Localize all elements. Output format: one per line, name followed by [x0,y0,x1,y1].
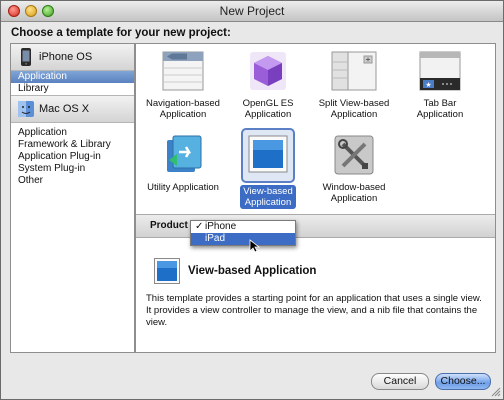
category-header-mac-os-x[interactable]: Mac OS X [11,95,134,123]
template-label: Split View-based Application [318,98,390,120]
template-tab-bar[interactable]: ★ Tab Bar Application [400,50,480,120]
detail-title: View-based Application [188,265,317,277]
category-label: Mac OS X [39,103,90,115]
template-window-based[interactable]: Window-based Application [314,134,394,204]
sidebar-item-iphone-application[interactable]: Application [11,71,134,83]
mac-os-x-icon [18,101,34,117]
sidebar-item-system-plugin[interactable]: System Plug-in [11,163,134,175]
sidebar-item-application-plugin[interactable]: Application Plug-in [11,151,134,163]
detail-description: This template provides a starting point … [146,293,482,328]
category-label: iPhone OS [39,51,93,63]
sidebar-item-other[interactable]: Other [11,175,134,187]
option-label: iPhone [205,221,237,232]
window-title: New Project [219,4,285,18]
sidebar-item-framework-library[interactable]: Framework & Library [11,139,134,151]
template-utility[interactable]: Utility Application [143,134,223,193]
template-navigation-based[interactable]: Navigation-based Application [143,50,223,120]
template-view-based[interactable]: View-based Application [228,128,308,209]
template-label: Utility Application [147,182,219,193]
template-opengl-es[interactable]: OpenGL ES Application [228,50,308,120]
option-label: iPad [205,233,226,244]
template-label: Navigation-based Application [146,98,220,120]
template-label: Tab Bar Application [416,98,464,120]
new-project-window: New Project Choose a template for your n… [0,0,504,400]
window-tools-icon [334,135,374,175]
product-option-iphone[interactable]: ✓ iPhone [191,221,295,233]
template-label: Window-based Application [322,182,386,204]
product-option-ipad[interactable]: iPad [191,233,295,245]
choose-button[interactable]: Choose... [435,373,491,390]
utility-app-icon [167,135,202,172]
checkmark-icon: ✓ [195,221,204,232]
template-label: OpenGL ES Application [242,98,294,120]
template-panel: Navigation-based Application OpenGL ES A… [135,43,496,353]
category-sidebar: iPhone OS Application Library Mac OS X A… [10,43,135,353]
sidebar-item-iphone-library[interactable]: Library [11,83,134,95]
cancel-button[interactable]: Cancel [371,373,429,390]
split-view-icon [331,51,377,91]
view-based-detail-icon [154,258,180,284]
template-label: View-based Application [240,185,296,209]
opengl-cube-icon [250,52,286,90]
template-selection-frame [241,128,295,183]
view-based-icon [248,135,288,173]
category-header-iphone-os[interactable]: iPhone OS [11,44,134,71]
product-popup-menu[interactable]: ✓ iPhone iPad [190,220,296,246]
product-label: Product [150,220,188,231]
page-heading: Choose a template for your new project: [11,27,231,39]
sidebar-item-mac-application[interactable]: Application [11,127,134,139]
mouse-pointer-icon [249,239,261,253]
svg-text:★: ★ [425,81,431,89]
navigation-app-icon [162,51,204,91]
iphone-icon [21,48,31,66]
title-bar[interactable]: New Project [1,1,503,22]
resize-grip-icon[interactable] [491,387,501,397]
template-split-view[interactable]: Split View-based Application [314,50,394,120]
tab-bar-icon: ★ [419,51,461,91]
